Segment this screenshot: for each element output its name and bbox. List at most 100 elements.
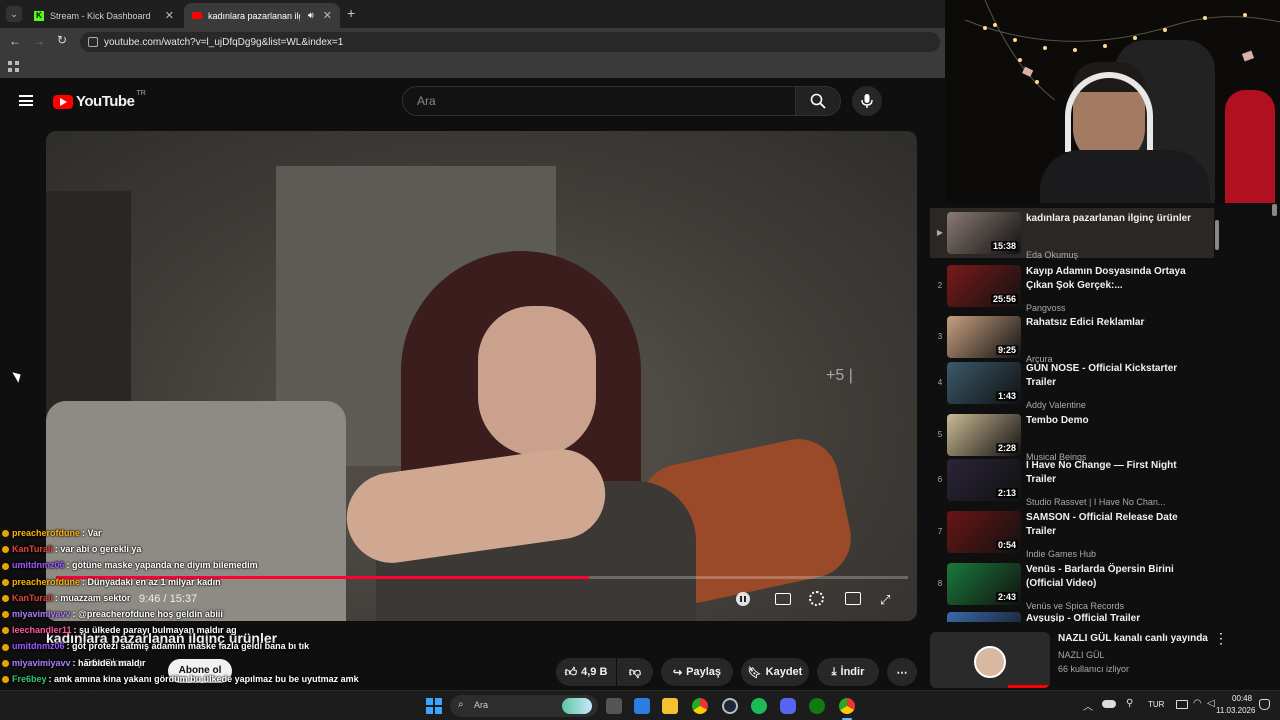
playlist-item[interactable]: 6 2:13 I Have No Change — First Night Tr… [930, 455, 1214, 507]
reload-icon[interactable]: ↻ [57, 33, 67, 47]
playlist-item-title: Avşuşip - Official Trailer [1026, 613, 1141, 622]
live-card-channel: NAZLI GÜL [1058, 650, 1105, 660]
youtube-header: YouTube TR Ara [0, 82, 945, 122]
share-button[interactable]: ↪ Paylaş [661, 658, 733, 686]
playlist-item[interactable]: 4 1:43 GUN NOSE - Official Kickstarter T… [930, 358, 1214, 410]
webcam-chair-side [1225, 90, 1275, 203]
display-icon[interactable] [1176, 700, 1188, 709]
apps-grid-icon[interactable] [8, 61, 19, 72]
back-icon[interactable]: ← [9, 34, 21, 48]
video-duration: 2:28 [995, 443, 1018, 453]
network-icon[interactable]: ⚲ [1126, 698, 1133, 709]
playlist-item[interactable]: 7 0:54 SAMSON - Official Release Date Tr… [930, 507, 1214, 559]
clock-time[interactable]: 00:48 [1232, 694, 1252, 703]
windows-start-icon[interactable] [426, 698, 442, 714]
settings-gear-icon[interactable] [809, 591, 824, 606]
download-button[interactable]: ⤓ İndir [817, 658, 879, 686]
thumbs-up-icon: 👍︎ [564, 664, 578, 679]
playlist-item[interactable]: 3 9:25 Rahatsız Edici Reklamlar Arçura [930, 312, 1214, 364]
video-duration: 0:54 [995, 540, 1018, 550]
store-icon[interactable] [634, 698, 650, 714]
playlist-item[interactable]: 8 2:43 Venüs - Barlarda Öpersin Birini (… [930, 559, 1214, 611]
playlist-index: 7 [937, 527, 943, 536]
playlist-panel: ▶ 15:38 kadınlara pazarlanan ilginç ürün… [930, 204, 1224, 622]
clock-date[interactable]: 11.03.2026 [1216, 706, 1255, 715]
chat-text: : muazzam sektör [54, 592, 131, 603]
chat-username: preacherofdune [12, 528, 81, 538]
more-options-icon[interactable]: ⋮ [1214, 630, 1228, 647]
tab-label: Stream - Kick Dashboard [50, 10, 151, 21]
task-view-icon[interactable] [606, 698, 622, 714]
new-tab-button[interactable]: + [347, 5, 355, 21]
miniplayer-icon[interactable] [845, 592, 861, 605]
playlist-item-channel: Eda Okumuş [1026, 250, 1079, 260]
hamburger-menu-icon[interactable] [19, 95, 33, 106]
dislike-button[interactable]: 👎︎ [617, 658, 653, 686]
chat-message: preacherofdune: Var [2, 528, 102, 538]
fullscreen-icon[interactable]: ⤢ [880, 592, 890, 608]
video-time: 9:46 / 15:37 [139, 593, 198, 605]
video-player[interactable]: +5 | 9:46 / 15:37 ⤢ [46, 131, 917, 621]
live-recommendation-card[interactable]: NAZLI GÜL kanalı canlı yayında NAZLI GÜL… [930, 630, 1230, 688]
tab-label: kadınlara pazarlanan ilginç [208, 10, 300, 21]
video-frame-sofa [46, 401, 346, 621]
onedrive-icon[interactable] [1102, 700, 1116, 708]
playlist-item[interactable]: Avşuşip - Official Trailer [930, 608, 1214, 622]
search-button[interactable] [795, 86, 841, 116]
pause-icon[interactable] [736, 592, 750, 606]
playlist-item[interactable]: 2 25:56 Kayıp Adamın Dosyasında Ortaya Ç… [930, 261, 1214, 313]
chat-message: KanTurali: muazzam sektör [2, 593, 130, 603]
tab-youtube-video[interactable]: kadınlara pazarlanan ilginç 🔊︎ ✕ [184, 3, 340, 28]
url-bar[interactable]: youtube.com/watch?v=l_ujDfqDg9g&list=WL&… [80, 32, 940, 52]
steam-icon[interactable] [722, 698, 738, 714]
youtube-logo[interactable]: YouTube TR [53, 90, 146, 110]
tab-kick-dashboard[interactable]: K Stream - Kick Dashboard ✕ [26, 3, 182, 28]
playlist-thumbnail: 9:25 [947, 316, 1021, 358]
tab-close-icon[interactable]: ✕ [165, 9, 174, 22]
wifi-icon[interactable]: ◠ [1193, 698, 1202, 709]
playlist-item-title: Rahatsız Edici Reklamlar [1026, 317, 1145, 328]
save-button[interactable]: 🔖︎ Kaydet [741, 658, 809, 686]
chrome-active-icon[interactable] [839, 698, 855, 714]
tray-chevron-icon[interactable]: ︿ [1083, 698, 1093, 713]
discord-icon[interactable] [780, 698, 796, 714]
search-input[interactable]: Ara [402, 86, 796, 116]
download-label: İndir [840, 666, 865, 678]
spotify-icon[interactable] [751, 698, 767, 714]
webcam-headset [1065, 72, 1153, 152]
forward-icon[interactable]: → [33, 34, 45, 48]
chat-badge-icon [2, 562, 9, 570]
file-explorer-icon[interactable] [662, 698, 678, 714]
playlist-scrollbar[interactable] [1214, 208, 1220, 618]
chat-badge-icon [2, 546, 9, 554]
speaker-icon[interactable]: 🔊︎ [308, 10, 314, 21]
search-placeholder: Ara [417, 94, 436, 108]
page-scrollbar[interactable] [1272, 204, 1277, 216]
video-duration: 1:43 [995, 391, 1018, 401]
chat-username: KanTurali [12, 544, 53, 555]
notification-bell-icon[interactable] [1259, 699, 1270, 710]
tab-close-icon[interactable]: ✕ [323, 9, 332, 22]
search-icon: ⌕ [458, 699, 464, 710]
taskbar-search-placeholder: Ara [474, 700, 489, 710]
chat-text: : Dünyadaki en az 1 milyar kadın [82, 576, 221, 587]
chat-badge-icon [2, 611, 9, 619]
language-indicator[interactable]: TUR [1148, 700, 1164, 709]
like-button[interactable]: 👍︎ 4,9 B [556, 658, 616, 686]
playlist-item[interactable]: ▶ 15:38 kadınlara pazarlanan ilginç ürün… [930, 208, 1214, 260]
voice-search-button[interactable] [852, 86, 882, 116]
chat-text: : harbiden maldır [72, 657, 146, 668]
xbox-icon[interactable] [809, 698, 825, 714]
chrome-icon[interactable] [692, 698, 708, 714]
region-code: TR [136, 90, 146, 97]
chat-username: miyavimiyavv [12, 609, 71, 619]
more-actions-button[interactable]: ⋯ [887, 658, 917, 686]
chat-message: preacherofdune: Dünyadaki en az 1 milyar… [2, 577, 221, 587]
volume-icon[interactable]: ◁ [1207, 698, 1215, 709]
subtitles-icon[interactable] [775, 593, 791, 605]
site-info-icon[interactable] [88, 37, 98, 47]
tab-search-icon[interactable]: ⌄ [6, 6, 22, 22]
chat-username: umitdnmz06 [12, 641, 65, 652]
playlist-item[interactable]: 5 2:28 Tembo Demo Musical Beings [930, 410, 1214, 462]
taskbar-search[interactable]: ⌕ Ara [450, 695, 598, 717]
